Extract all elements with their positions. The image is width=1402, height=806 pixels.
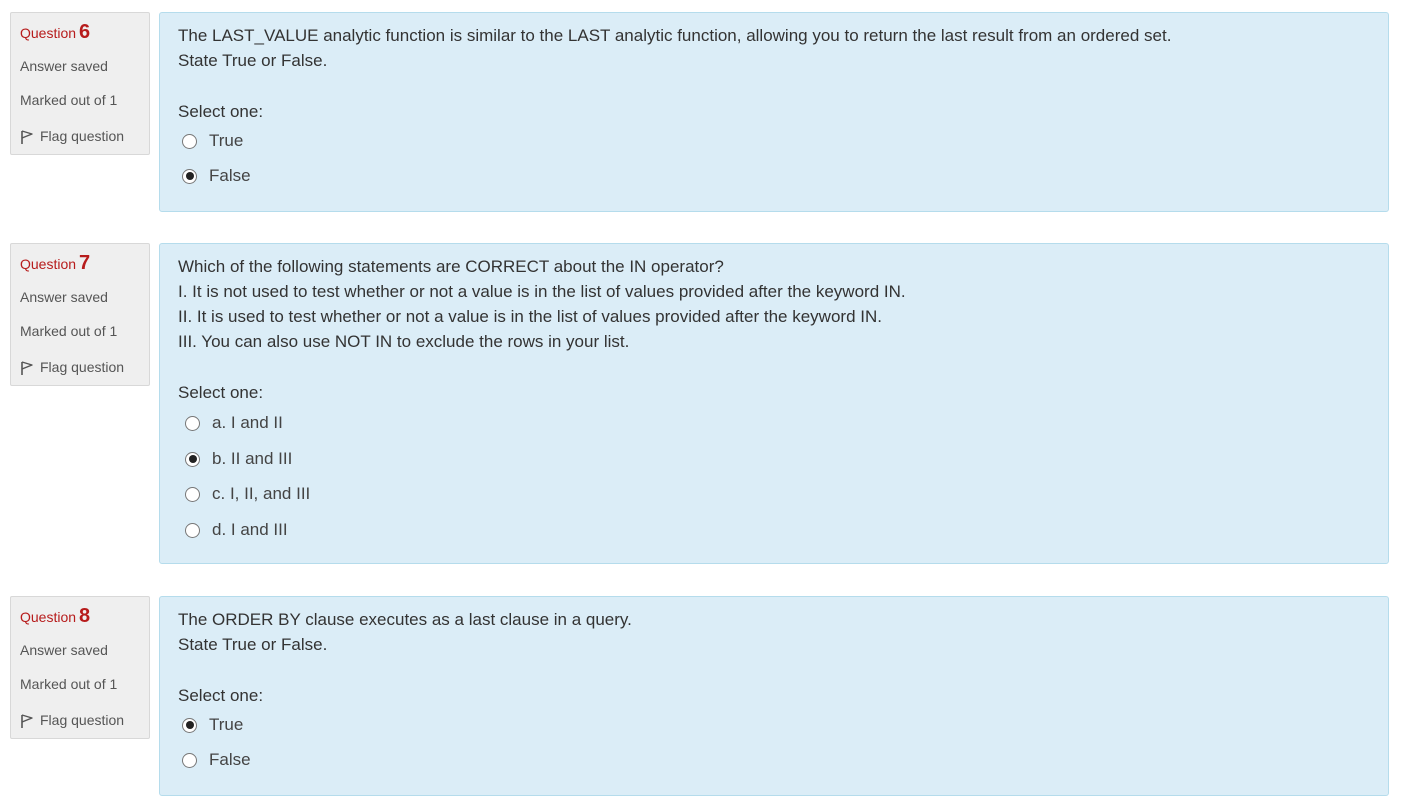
question-text-line: The LAST_VALUE analytic function is simi…: [178, 26, 1172, 45]
question-number: Question 7: [20, 252, 90, 275]
radio-button[interactable]: [182, 752, 197, 768]
answer-option[interactable]: b. II and III: [185, 449, 292, 469]
question-word: Question: [20, 256, 77, 272]
grade-info: Marked out of 1: [20, 323, 118, 339]
question-text: The ORDER BY clause executes as a last c…: [178, 607, 632, 657]
grade-info: Marked out of 1: [20, 676, 118, 692]
question-number: Question 6: [20, 21, 90, 44]
answer-option[interactable]: a. I and II: [185, 413, 283, 433]
radio-button[interactable]: [182, 168, 197, 184]
radio-button[interactable]: [185, 486, 200, 502]
answer-option[interactable]: c. I, II, and III: [185, 484, 310, 504]
flag-question-label: Flag question: [40, 358, 125, 375]
question-content: The LAST_VALUE analytic function is simi…: [159, 12, 1389, 212]
radio-button[interactable]: [185, 522, 200, 538]
answer-option[interactable]: True: [182, 131, 243, 151]
flag-question-link[interactable]: Flag question: [20, 126, 124, 145]
answer-option[interactable]: True: [182, 715, 243, 735]
question-info: Question 8 Answer saved Marked out of 1 F…: [10, 596, 150, 739]
option-label: d. I and III: [212, 520, 288, 539]
question-number-value: 8: [79, 605, 91, 627]
flag-question-label: Flag question: [40, 127, 125, 144]
question-text-line: Which of the following statements are CO…: [178, 257, 724, 276]
option-label: True: [209, 715, 244, 734]
question-word: Question: [20, 609, 77, 625]
option-label: b. II and III: [212, 449, 293, 468]
question-text-line: I. It is not used to test whether or not…: [178, 282, 906, 301]
question-word: Question: [20, 25, 77, 41]
option-label: a. I and II: [212, 413, 283, 432]
radio-button[interactable]: [185, 451, 200, 467]
answer-state: Answer saved: [20, 289, 108, 305]
answer-option[interactable]: d. I and III: [185, 520, 288, 540]
flag-icon: [21, 361, 33, 375]
answer-option[interactable]: False: [182, 166, 251, 186]
question-number-value: 6: [79, 21, 91, 43]
radio-button[interactable]: [182, 717, 197, 733]
answer-state: Answer saved: [20, 642, 108, 658]
flag-question-link[interactable]: Flag question: [20, 710, 124, 729]
question-text-line: The ORDER BY clause executes as a last c…: [178, 610, 632, 629]
grade-info: Marked out of 1: [20, 92, 118, 108]
flag-icon: [21, 130, 33, 144]
option-label: False: [209, 166, 251, 185]
answer-option[interactable]: False: [182, 750, 251, 770]
question-text: The LAST_VALUE analytic function is simi…: [178, 23, 1171, 73]
question-info: Question 6 Answer saved Marked out of 1 F…: [10, 12, 150, 155]
flag-question-label: Flag question: [40, 711, 125, 728]
question-text-line: State True or False.: [178, 51, 328, 70]
flag-question-link[interactable]: Flag question: [20, 357, 124, 376]
option-label: True: [209, 131, 244, 150]
answer-state: Answer saved: [20, 58, 108, 74]
question-number: Question 8: [20, 605, 90, 628]
select-one-prompt: Select one:: [178, 686, 264, 705]
question-number-value: 7: [79, 252, 91, 274]
question-text: Which of the following statements are CO…: [178, 254, 906, 354]
question-text-line: II. It is used to test whether or not a …: [178, 307, 882, 326]
question-content: The ORDER BY clause executes as a last c…: [159, 596, 1389, 796]
select-one-prompt: Select one:: [178, 102, 264, 121]
option-label: False: [209, 750, 251, 769]
question-info: Question 7 Answer saved Marked out of 1 F…: [10, 243, 150, 386]
select-one-prompt: Select one:: [178, 383, 264, 402]
question-text-line: III. You can also use NOT IN to exclude …: [178, 332, 630, 351]
flag-icon: [21, 714, 33, 728]
question-content: Which of the following statements are CO…: [159, 243, 1389, 564]
option-label: c. I, II, and III: [212, 484, 311, 503]
radio-button[interactable]: [182, 133, 197, 149]
question-text-line: State True or False.: [178, 635, 328, 654]
radio-button[interactable]: [185, 415, 200, 431]
